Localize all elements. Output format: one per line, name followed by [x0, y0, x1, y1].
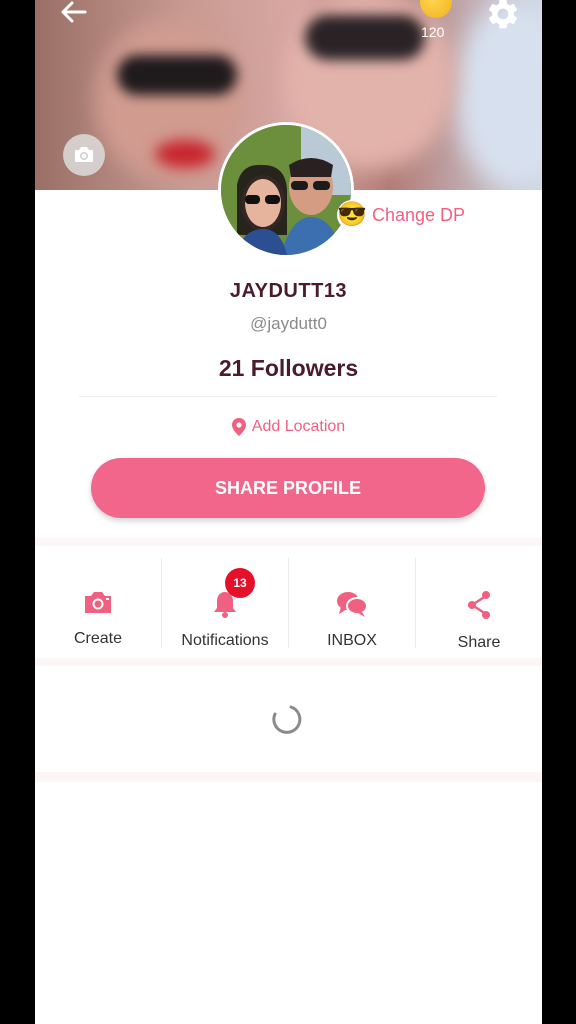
add-location-link[interactable]: Add Location	[35, 418, 542, 436]
action-bar: Create 13 Notifications INBOX Share	[35, 548, 542, 658]
section-separator	[35, 538, 542, 546]
sunglasses-emoji-icon: 😎	[337, 200, 367, 230]
profile-screen: 120 😎 Change DP JAYDUTT13 @jaydutt0 21 F…	[35, 0, 542, 1024]
divider	[79, 396, 497, 397]
create-button[interactable]: Create	[35, 558, 162, 648]
location-label: Add Location	[251, 418, 346, 435]
share-icon	[466, 590, 492, 620]
back-arrow-icon[interactable]	[59, 0, 89, 26]
location-pin-icon	[231, 418, 246, 436]
change-cover-camera-button[interactable]	[63, 134, 105, 176]
followers-count[interactable]: 21 Followers	[35, 355, 542, 382]
notifications-button[interactable]: 13 Notifications	[162, 558, 289, 649]
action-label: Notifications	[181, 632, 269, 649]
notification-badge: 13	[225, 568, 255, 598]
share-button[interactable]: Share	[416, 558, 542, 651]
section-separator	[35, 658, 542, 666]
loading-spinner-icon	[269, 702, 303, 736]
action-label: Create	[73, 630, 123, 647]
camera-icon	[83, 590, 113, 616]
inbox-button[interactable]: INBOX	[289, 558, 416, 649]
user-handle: @jaydutt0	[250, 314, 327, 333]
change-dp-label: Change DP	[372, 204, 466, 225]
action-label: INBOX	[327, 632, 377, 649]
coin-count: 120	[421, 24, 445, 40]
action-label: Share	[457, 634, 501, 651]
section-separator	[35, 772, 542, 782]
gear-icon[interactable]	[485, 0, 521, 32]
chat-icon	[336, 590, 368, 618]
share-profile-button[interactable]: SHARE PROFILE	[91, 458, 485, 518]
username: JAYDUTT13	[229, 280, 348, 302]
camera-icon	[75, 147, 93, 162]
avatar[interactable]	[218, 122, 354, 258]
change-dp-button[interactable]: 😎 Change DP	[337, 200, 465, 230]
